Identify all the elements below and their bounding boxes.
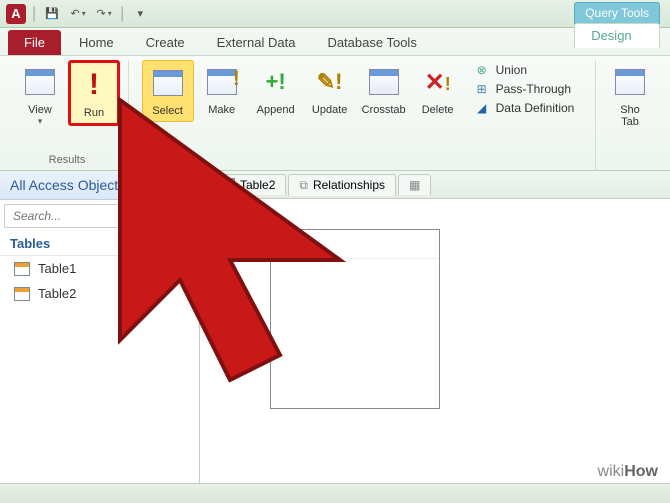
ribbon: View ▾ ! Run Results Select ! Make +! Ap…: [0, 56, 670, 171]
document-area: Table2 ⧉ Relationships ▦ 🔑 ID: [200, 171, 670, 483]
make-icon: !: [207, 69, 237, 95]
data-definition-label: Data Definition: [496, 101, 575, 115]
ribbon-tab-strip: File Home Create External Data Database …: [0, 28, 670, 56]
ribbon-group-query-type: Select ! Make +! Append ✎! Update Crosst…: [129, 60, 596, 170]
table-icon: [14, 287, 30, 301]
tables-section-label: Tables: [10, 236, 50, 251]
navigation-pane: All Access Objects ⊙ « Tables Table1 Tab…: [0, 171, 200, 483]
tab-create[interactable]: Create: [132, 30, 199, 55]
query-icon: ▦: [409, 178, 420, 192]
append-icon: +!: [266, 69, 286, 95]
run-label: Run: [84, 107, 104, 119]
relationships-icon: ⧉: [299, 178, 308, 193]
append-label: Append: [257, 104, 295, 116]
ribbon-group-show: Sho Tab: [596, 60, 664, 170]
delete-label: Delete: [422, 104, 454, 116]
watermark-suffix: How: [624, 463, 658, 480]
view-label: View: [28, 104, 52, 116]
results-group-label: Results: [49, 152, 86, 170]
exclamation-icon: !: [89, 68, 99, 102]
query-designer[interactable]: 🔑 ID: [200, 199, 670, 483]
title-bar: A | 💾 ↶ ↷ | ▾: [0, 0, 670, 28]
nav-item-table1[interactable]: Table1: [0, 256, 199, 281]
append-button[interactable]: +! Append: [250, 60, 302, 120]
qat-undo-button[interactable]: ↶: [68, 4, 88, 24]
doc-tab-table2[interactable]: Table2: [208, 174, 286, 195]
update-button[interactable]: ✎! Update: [304, 60, 356, 120]
table-icon: [14, 262, 30, 276]
tab-home[interactable]: Home: [65, 30, 128, 55]
nav-header-title: All Access Objects: [10, 177, 125, 193]
data-definition-icon: ◢: [474, 101, 490, 115]
tab-database-tools[interactable]: Database Tools: [313, 30, 430, 55]
status-bar: [0, 483, 670, 503]
primary-key-icon: 🔑: [281, 236, 297, 252]
union-button[interactable]: ⊗ Union: [472, 62, 577, 78]
watermark-prefix: wiki: [598, 463, 625, 480]
view-button[interactable]: View ▾: [14, 60, 66, 131]
show-label: Sho: [620, 104, 640, 116]
nav-item-table2[interactable]: Table2: [0, 281, 199, 306]
crosstab-icon: [369, 69, 399, 95]
doc-tab-query[interactable]: ▦: [398, 174, 431, 195]
tab-design[interactable]: Design: [574, 23, 660, 48]
content-area: All Access Objects ⊙ « Tables Table1 Tab…: [0, 171, 670, 483]
show-table-icon: [615, 69, 645, 95]
qat-customize-button[interactable]: ▾: [130, 4, 150, 24]
qat-redo-button[interactable]: ↷: [94, 4, 114, 24]
show-table-button[interactable]: Sho Tab: [604, 60, 656, 132]
doc-tab-relationships-label: Relationships: [313, 178, 385, 192]
table1-label: Table1: [38, 261, 76, 276]
watermark: wikiHow: [598, 463, 658, 481]
update-icon: ✎!: [317, 69, 343, 95]
update-label: Update: [312, 104, 347, 116]
tab-external-data[interactable]: External Data: [203, 30, 310, 55]
doc-tab-relationships[interactable]: ⧉ Relationships: [288, 174, 396, 196]
crosstab-button[interactable]: Crosstab: [358, 60, 410, 120]
nav-section-tables[interactable]: Tables: [0, 232, 199, 256]
search-input[interactable]: [4, 204, 195, 228]
qat-save-button[interactable]: 💾: [42, 4, 62, 24]
show-sublabel: Tab: [621, 116, 639, 128]
contextual-tab-group: Query Tools Design: [574, 2, 660, 48]
table-icon: [219, 178, 235, 192]
table-field-list[interactable]: 🔑 ID: [270, 229, 440, 409]
file-tab[interactable]: File: [8, 30, 61, 55]
document-tabs: Table2 ⧉ Relationships ▦: [200, 171, 670, 199]
delete-button[interactable]: ✕! Delete: [412, 60, 464, 120]
data-definition-button[interactable]: ◢ Data Definition: [472, 100, 577, 116]
passthrough-label: Pass-Through: [496, 82, 571, 96]
query-tools-label: Query Tools: [574, 2, 660, 24]
chevron-down-icon: ▾: [38, 116, 43, 127]
divider: |: [32, 5, 36, 23]
select-icon: [153, 70, 183, 96]
select-label: Select: [152, 105, 183, 117]
field-row-id[interactable]: 🔑 ID: [271, 230, 439, 259]
chevron-down-icon: ⊙ «: [172, 180, 189, 191]
pass-through-button[interactable]: ⊞ Pass-Through: [472, 81, 577, 97]
datasheet-icon: [25, 69, 55, 95]
table2-label: Table2: [38, 286, 76, 301]
union-icon: ⊗: [474, 63, 490, 77]
passthrough-icon: ⊞: [474, 82, 490, 96]
ribbon-group-results: View ▾ ! Run Results: [6, 60, 129, 170]
app-icon: A: [6, 4, 26, 24]
make-table-button[interactable]: ! Make: [196, 60, 248, 120]
make-label: Make: [208, 104, 235, 116]
delete-icon: ✕!: [425, 68, 451, 97]
crosstab-label: Crosstab: [362, 104, 406, 116]
doc-tab-table2-label: Table2: [240, 178, 275, 192]
run-button[interactable]: ! Run: [68, 60, 120, 126]
divider: |: [120, 5, 124, 23]
union-label: Union: [496, 63, 527, 77]
field-id-label: ID: [303, 237, 315, 251]
select-button[interactable]: Select: [142, 60, 194, 122]
nav-pane-header[interactable]: All Access Objects ⊙ «: [0, 171, 199, 200]
